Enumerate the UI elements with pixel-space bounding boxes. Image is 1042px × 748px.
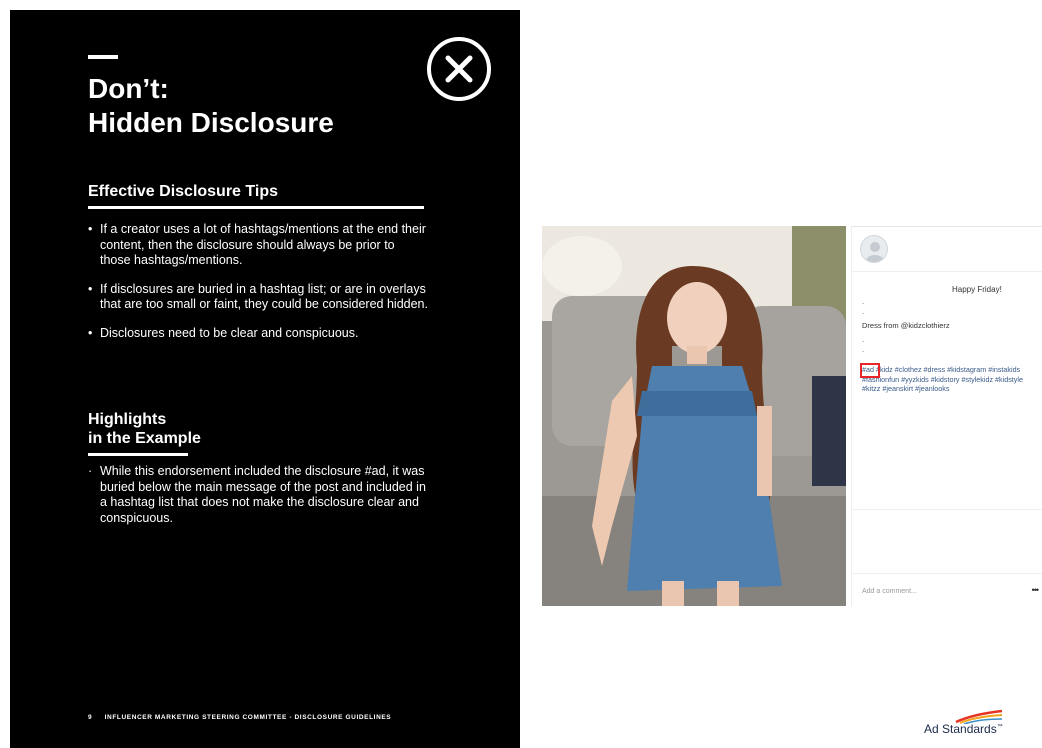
ad-disclosure-highlight-box (860, 363, 880, 378)
slide-footer: 9 INFLUENCER MARKETING STEERING COMMITTE… (88, 714, 391, 721)
post-photo (542, 226, 846, 606)
caption-dot: . (862, 307, 865, 316)
close-circle-icon (427, 37, 491, 101)
comments-divider (852, 509, 1042, 510)
highlights-heading-rule (88, 453, 188, 456)
social-post-example: Happy Friday! . . Dress from @kidzclothi… (542, 226, 1042, 606)
post-sidebar: Happy Friday! . . Dress from @kidzclothi… (851, 226, 1042, 606)
logo-text: Ad Standards™ (924, 722, 1003, 736)
more-dots-icon[interactable]: ••• (1032, 585, 1040, 595)
tips-heading: Effective Disclosure Tips (88, 183, 278, 200)
slide-panel: Don’t: Hidden Disclosure Effective Discl… (10, 10, 520, 748)
footer-page-number: 9 (88, 714, 93, 721)
tips-list: If a creator uses a lot of hashtags/ment… (88, 222, 428, 354)
highlights-heading-line2: in the Example (88, 430, 201, 447)
caption-dot: . (862, 297, 865, 306)
caption-hashtags: #ad #kidz #clothez #dress #kidstagram #i… (862, 365, 1023, 393)
highlights-heading: Highlights in the Example (88, 410, 201, 448)
header-divider (852, 271, 1042, 272)
caption-dot: . (862, 345, 865, 354)
caption-text: Dress from @kidzclothierz (862, 321, 950, 330)
user-avatar-icon[interactable] (860, 235, 888, 263)
slide-title-line1: Don’t: (88, 73, 169, 104)
tip-item: If disclosures are buried in a hashtag l… (88, 282, 428, 313)
title-accent-rule (88, 55, 118, 59)
slide-title-line2: Hidden Disclosure (88, 107, 334, 138)
highlights-list: While this endorsement included the disc… (88, 464, 428, 539)
ad-standards-logo: Ad Standards™ (924, 708, 1024, 738)
slide-title: Don’t: Hidden Disclosure (88, 72, 418, 140)
comment-input[interactable]: Add a comment... (862, 588, 917, 595)
highlights-heading-line1: Highlights (88, 411, 167, 428)
post-photo-illustration (542, 226, 846, 606)
tip-item: Disclosures need to be clear and conspic… (88, 326, 428, 342)
caption-dot: . (862, 335, 865, 344)
actions-divider (852, 573, 1042, 574)
highlight-item: While this endorsement included the disc… (88, 464, 428, 526)
footer-text: INFLUENCER MARKETING STEERING COMMITTEE … (104, 714, 392, 721)
caption-greeting: Happy Friday! (952, 285, 1002, 294)
tip-item: If a creator uses a lot of hashtags/ment… (88, 222, 428, 269)
tips-heading-rule (88, 206, 424, 209)
